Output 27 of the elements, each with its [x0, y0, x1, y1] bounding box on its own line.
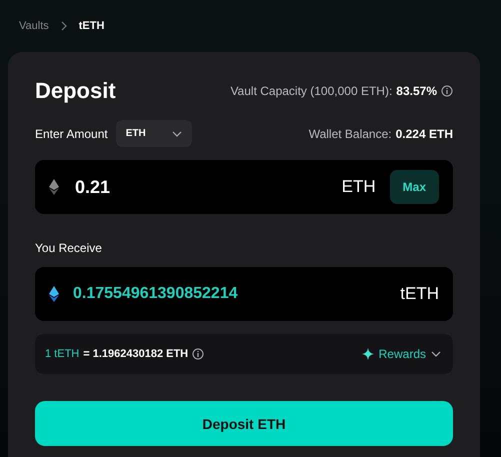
capacity-label: Vault Capacity (100,000 ETH):: [230, 84, 392, 98]
chevron-down-icon: [172, 130, 182, 136]
deposit-button[interactable]: Deposit ETH: [35, 401, 453, 446]
info-icon[interactable]: [192, 348, 204, 360]
info-icon[interactable]: [441, 85, 453, 97]
card-title: Deposit: [35, 78, 116, 104]
receive-amount: 0.17554961390852214: [73, 285, 238, 303]
unit-label: tETH: [400, 284, 439, 304]
token-dropdown[interactable]: ETH: [116, 120, 192, 147]
amount-label: Enter Amount: [35, 126, 108, 140]
rate-value: = 1.1962430182 ETH: [83, 348, 188, 360]
ethereum-icon: [49, 286, 59, 302]
capacity-value: 83.57%: [396, 84, 437, 98]
receive-label: You Receive: [35, 241, 103, 255]
sparkle-icon: [362, 348, 374, 360]
ethereum-icon: [49, 179, 59, 195]
balance-label: Wallet Balance:: [308, 126, 392, 140]
breadcrumb-link[interactable]: Vaults: [19, 20, 49, 32]
chevron-right-icon: [60, 21, 67, 31]
balance-value: 0.224 ETH: [396, 126, 453, 140]
rewards-button[interactable]: Rewards: [362, 347, 441, 361]
unit-label: ETH: [342, 177, 376, 197]
amount-field[interactable]: 0.21 ETH Max: [35, 160, 453, 214]
chevron-down-icon: [431, 351, 441, 357]
breadcrumb-link[interactable]: tETH: [78, 20, 104, 32]
max-button[interactable]: Max: [390, 170, 439, 204]
rate-token: 1 tETH: [45, 348, 80, 360]
